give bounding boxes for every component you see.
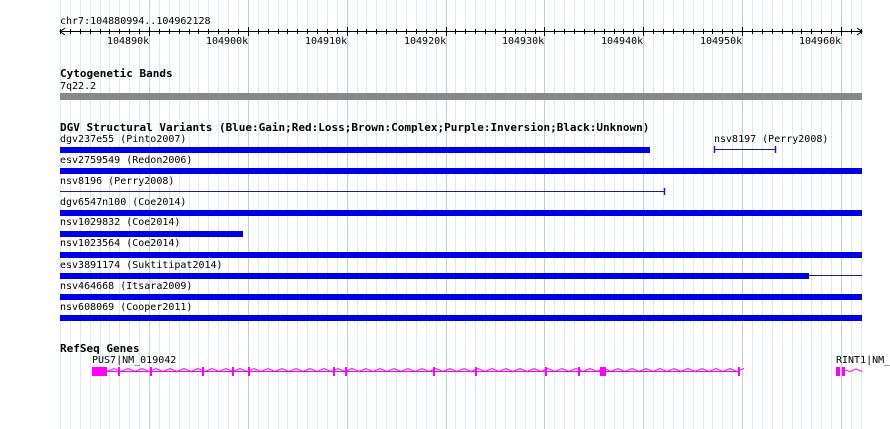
dgv-variant-bar[interactable]: [60, 294, 862, 300]
gene-pus7-exon: [150, 367, 152, 376]
gene-pus7-exon: [202, 367, 204, 376]
dgv-variant-bar[interactable]: [60, 231, 243, 237]
gene-pus7-exon: [333, 367, 335, 376]
gene-rint1-intron: [844, 368, 863, 373]
ruler-tick-label: 104950k: [700, 36, 743, 47]
dgv-variant-bar[interactable]: [60, 252, 862, 258]
gene-pus7-exon: [600, 367, 606, 376]
ruler-tick-label: 104940k: [601, 36, 644, 47]
ruler-tick-label: 104910k: [305, 36, 348, 47]
gene-rint1-exon: [836, 367, 840, 376]
dgv-variant-bar[interactable]: [60, 315, 862, 321]
dgv-variant-bar[interactable]: [60, 210, 862, 216]
ruler-tick-label: 104930k: [502, 36, 545, 47]
dgv-variant-feature[interactable]: [0, 311, 890, 325]
cyto-track-title[interactable]: Cytogenetic Bands: [60, 68, 173, 79]
ruler[interactable]: [0, 0, 890, 60]
gene-pus7-exon: [248, 367, 250, 376]
ruler-tick-label: 104920k: [404, 36, 447, 47]
gene-pus7-exon: [578, 367, 580, 376]
ruler-tick-label: 104960k: [799, 36, 842, 47]
gene-pus7-exon: [92, 367, 107, 376]
gene-rint1-exon: [842, 367, 845, 376]
gene-pus7-exon: [738, 367, 740, 376]
cyto-band-label: 7q22.2: [60, 81, 97, 92]
dgv-track-title[interactable]: DGV Structural Variants (Blue:Gain;Red:L…: [60, 122, 649, 133]
ruler-tick-label: 104900k: [206, 36, 249, 47]
ruler-tick-label: 104890k: [107, 36, 150, 47]
gene-pus7-exon: [545, 367, 547, 376]
gene-pus7-exon: [433, 367, 435, 376]
dgv-variant-bar[interactable]: [60, 168, 862, 174]
cyto-band-bar[interactable]: [60, 93, 862, 100]
gene-pus7-exon: [118, 367, 120, 376]
gene-models[interactable]: [0, 350, 890, 390]
dgv-variant-bar[interactable]: [60, 273, 809, 279]
gene-pus7-exon: [475, 367, 477, 376]
